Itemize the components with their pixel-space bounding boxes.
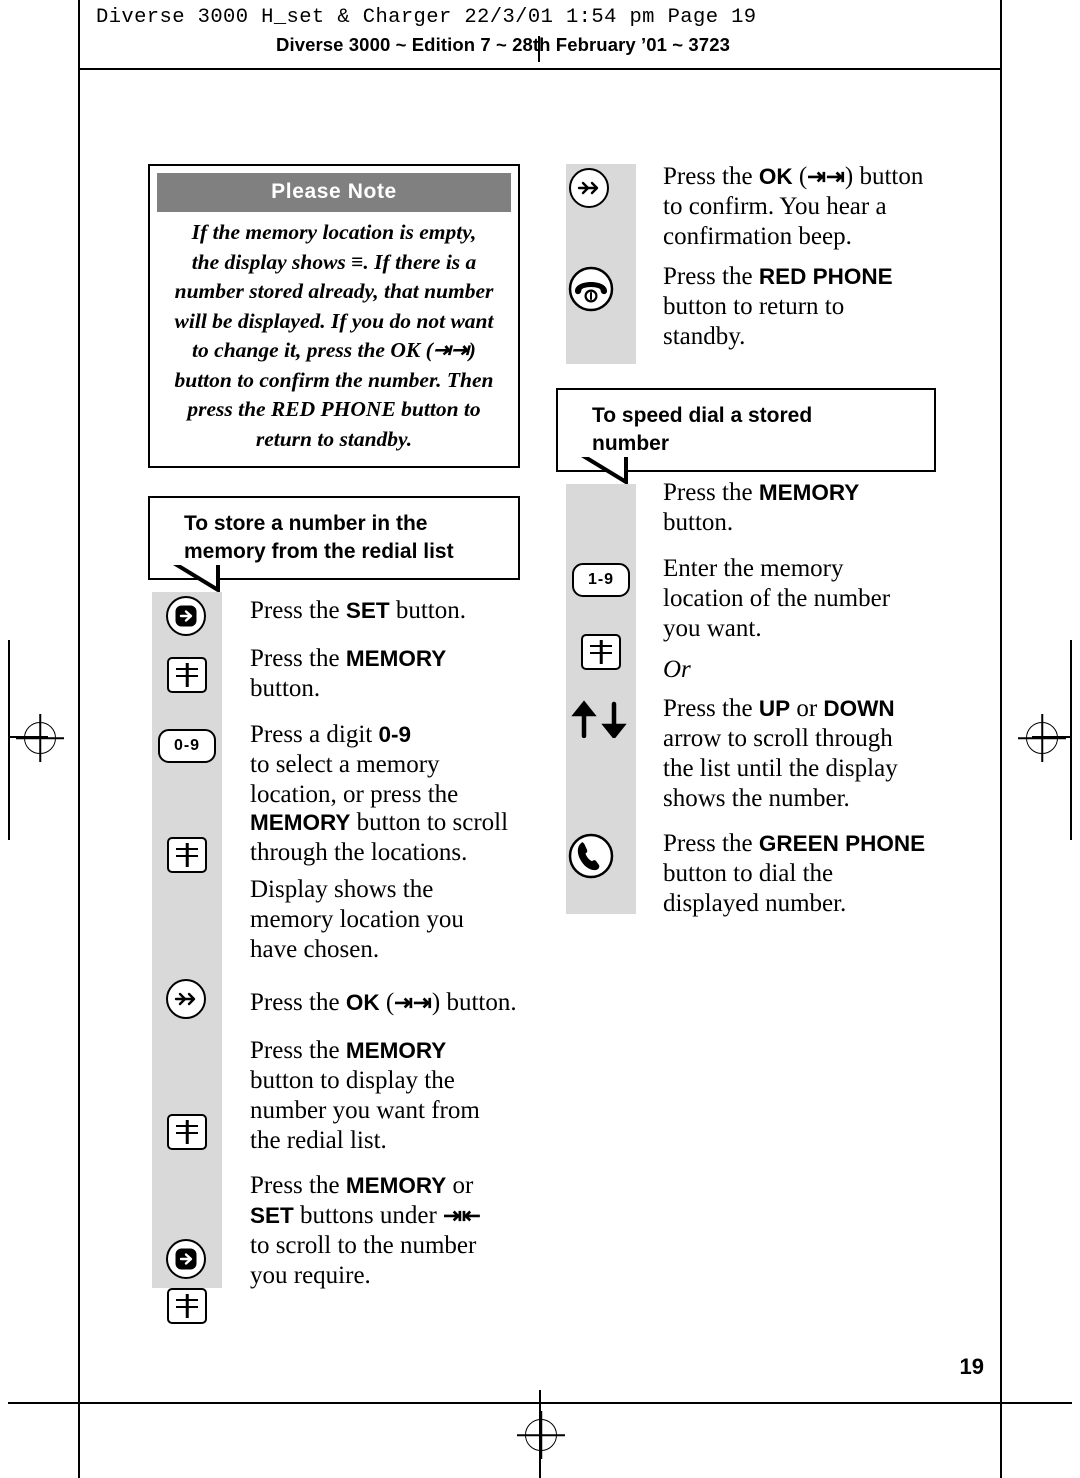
crop-mark-bottom-center [539,1390,541,1478]
note-line: return to standby. [255,426,413,451]
note-line: to change it, press the OK (⇥⇥) [192,338,476,362]
header-print-info: Diverse 3000 H_set & Charger 22/3/01 1:5… [96,6,757,29]
note-line: number stored already, that number [174,279,494,303]
note-line: If the memory location is empty, [191,220,477,244]
set-arrow-icon [166,1239,206,1279]
step-text: Press the OK (⇥⇥) button. [250,989,517,1016]
green-phone-label: GREEN PHONE [758,831,926,856]
memory-label: MEMORY [250,810,351,835]
step-text: Press the MEMORY button to display the num… [250,1037,480,1154]
ok-arrow-icon [166,979,206,1019]
registration-mark-right [1026,722,1058,754]
set-arrow-glyph [175,1248,197,1270]
digit-range-label: 0-9 [378,722,411,747]
page-number: 19 [959,1354,984,1379]
up-down-arrows-glyph [571,700,627,740]
red-phone-icon [567,265,615,318]
step-text: Press the MEMORY or SET buttons under ⇥⇤… [250,1172,481,1289]
red-phone-label: RED PHONE [758,264,893,289]
step-text: Press the OK (⇥⇥) button to confirm. You… [663,163,924,250]
set-arrow-icon [166,596,206,636]
heading-line: number [592,432,670,455]
set-label: SET [345,598,390,623]
step-text: Enter the memory location of the number yo… [663,555,891,642]
heading-line: To store a number in the [184,512,428,535]
red-phone-glyph [568,266,614,312]
memory-book-icon [581,634,621,670]
step-text: Press the MEMORY button. [663,479,860,536]
up-label: UP [758,696,791,721]
please-note-box: Please Note If the memory location is em… [148,164,520,468]
please-note-body: If the memory location is empty, the dis… [150,218,518,454]
ok-label: OK [345,990,380,1015]
memory-label: MEMORY [345,646,447,671]
crop-mark-top-bar [78,68,1000,70]
please-note-title: Please Note [157,173,511,212]
registration-mark-left [24,722,56,754]
memory-book-icon [167,837,207,873]
key-0-9: 0-9 [158,729,216,763]
up-down-inline-icon: ⇥⇤ [443,1203,481,1228]
heading-line: memory from the redial list [184,540,454,563]
note-line: button to confirm the number. Then [174,367,494,392]
ok-arrow-inline-icon: ⇥⇥ [807,164,845,189]
ok-arrow-glyph [577,181,599,195]
step-text: Press the GREEN PHONE button to dial the d… [663,830,926,917]
green-phone-glyph [568,833,614,879]
memory-book-icon [167,657,207,693]
note-line: press the RED PHONE button to [187,397,481,421]
key-1-9: 1-9 [572,563,630,597]
crop-mark-left-outer [8,1402,78,1404]
memory-book-icon [167,1288,207,1324]
step-text: Press the RED PHONE button to return to st… [663,263,893,350]
step-text: Display shows the memory location you have… [250,876,464,963]
banner-tail-store [170,560,220,592]
green-phone-icon [567,832,615,885]
up-down-arrows-icon [568,700,634,743]
manual-page: Diverse 3000 H_set & Charger 22/3/01 1:5… [0,0,1080,1478]
set-label: SET [250,1203,294,1228]
step-text: MEMORY button to scroll through the locat… [250,809,509,866]
crop-mark-right-outer [1002,1402,1072,1404]
memory-book-icon [167,1114,207,1150]
crop-mark-right-vertical [1000,0,1002,1478]
step-text: Press a digit 0-9 to select a memory locat… [250,721,459,808]
down-label: DOWN [823,696,895,721]
ok-arrow-inline-icon: ⇥⇥ [394,990,432,1015]
key-1-9-label: 1-9 [587,571,615,588]
step-text: Press the MEMORY button. [250,645,447,702]
memory-label: MEMORY [345,1173,447,1198]
banner-tail-speed-dial [578,452,628,484]
memory-label: MEMORY [758,480,860,505]
note-line: the display shows ≡. If there is a [191,249,477,274]
crop-mark-inner-right [1070,640,1072,840]
crop-mark-inner-left [8,640,10,840]
step-text: Press the UP or DOWN arrow to scroll thr… [663,695,898,812]
set-arrow-glyph [175,605,197,627]
crop-mark-left-vertical [78,0,80,1478]
icon-rail-left [152,592,222,1288]
note-line: will be displayed. If you do not want [174,308,494,333]
ok-label: OK [758,164,793,189]
or-separator: Or [663,656,691,683]
step-text: Press the SET button. [250,597,466,624]
memory-label: MEMORY [345,1038,447,1063]
registration-mark-bottom [525,1419,557,1451]
ok-arrow-glyph [174,992,196,1006]
key-0-9-label: 0-9 [173,737,201,754]
heading-line: To speed dial a stored [592,404,813,427]
header-edition-info: Diverse 3000 ~ Edition 7 ~ 28th February… [276,34,730,55]
ok-arrow-icon [569,168,609,208]
